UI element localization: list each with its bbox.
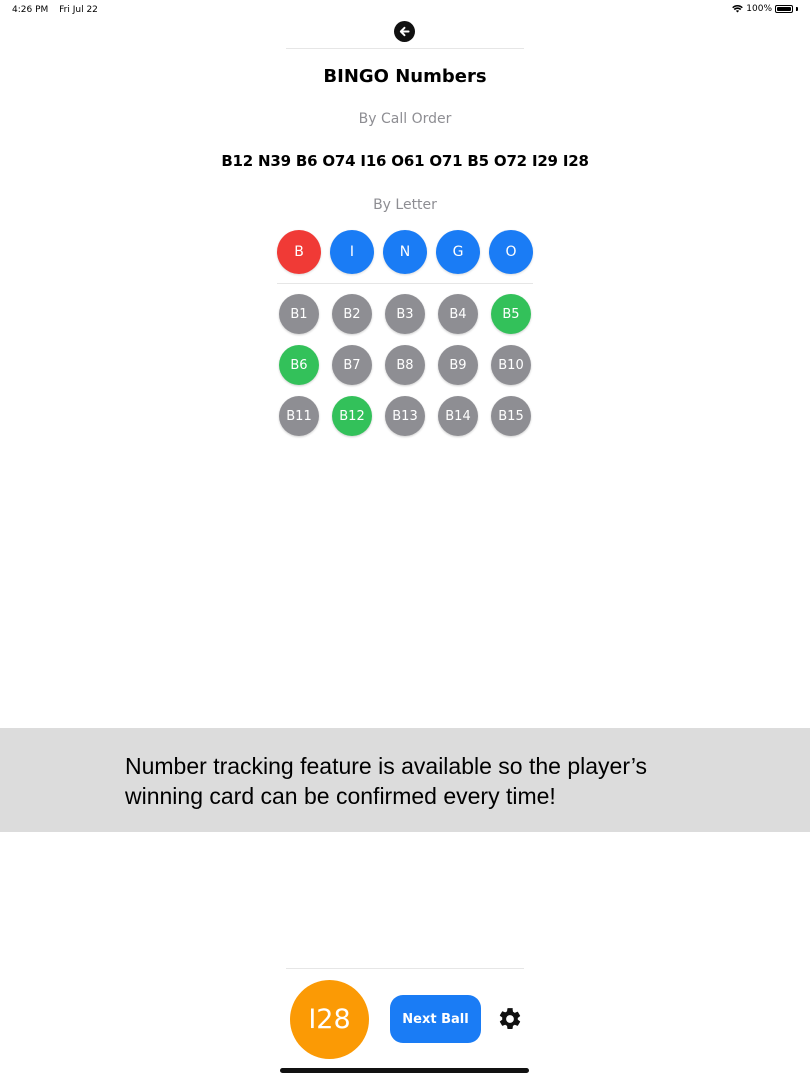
letter-tab-b[interactable]: B — [277, 230, 321, 274]
number-ball-b14: B14 — [438, 396, 478, 436]
promo-banner-text: Number tracking feature is available so … — [125, 751, 725, 811]
home-indicator — [280, 1068, 529, 1073]
battery-percentage: 100% — [746, 4, 772, 14]
current-ball: I28 — [290, 980, 369, 1059]
status-left: 4:26 PM Fri Jul 22 — [12, 5, 106, 15]
call-order-heading: By Call Order — [358, 111, 452, 127]
number-ball-b7: B7 — [332, 345, 372, 385]
number-ball-b8: B8 — [385, 345, 425, 385]
letter-tab-o[interactable]: O — [489, 230, 533, 274]
number-ball-b11: B11 — [279, 396, 319, 436]
footer-divider — [286, 968, 524, 969]
number-ball-b12: B12 — [332, 396, 372, 436]
back-button[interactable] — [394, 21, 415, 42]
promo-line-2: winning card can be confirmed every time… — [125, 783, 556, 809]
promo-line-1: Number tracking feature is available so … — [125, 753, 648, 779]
letter-tab-n[interactable]: N — [383, 230, 427, 274]
arrow-left-icon — [399, 26, 410, 37]
number-ball-b2: B2 — [332, 294, 372, 334]
letter-divider — [277, 283, 533, 284]
status-date: Fri Jul 22 — [59, 5, 98, 15]
status-time: 4:26 PM — [12, 5, 49, 15]
number-ball-b9: B9 — [438, 345, 478, 385]
call-order-sequence: B12 N39 B6 O74 I16 O61 O71 B5 O72 I29 I2… — [221, 152, 589, 170]
letter-tab-g[interactable]: G — [436, 230, 480, 274]
letter-tab-i[interactable]: I — [330, 230, 374, 274]
by-letter-heading: By Letter — [373, 197, 437, 213]
number-grid: B1 B2 B3 B4 B5 B6 B7 B8 B9 B10 B11 B12 B… — [279, 294, 531, 436]
number-ball-b6: B6 — [279, 345, 319, 385]
number-ball-b10: B10 — [491, 345, 531, 385]
status-right: 100% — [732, 4, 798, 14]
page-title: BINGO Numbers — [323, 66, 487, 87]
number-ball-b1: B1 — [279, 294, 319, 334]
letter-selector: B I N G O — [277, 230, 533, 274]
next-ball-button[interactable]: Next Ball — [390, 995, 481, 1043]
number-ball-b15: B15 — [491, 396, 531, 436]
number-ball-b13: B13 — [385, 396, 425, 436]
status-bar: 4:26 PM Fri Jul 22 100% — [0, 0, 810, 20]
number-ball-b3: B3 — [385, 294, 425, 334]
header-divider — [286, 48, 524, 49]
number-ball-b5: B5 — [491, 294, 531, 334]
battery-icon — [775, 5, 793, 13]
wifi-icon — [732, 5, 744, 13]
gear-icon[interactable] — [497, 1006, 523, 1032]
number-ball-b4: B4 — [438, 294, 478, 334]
